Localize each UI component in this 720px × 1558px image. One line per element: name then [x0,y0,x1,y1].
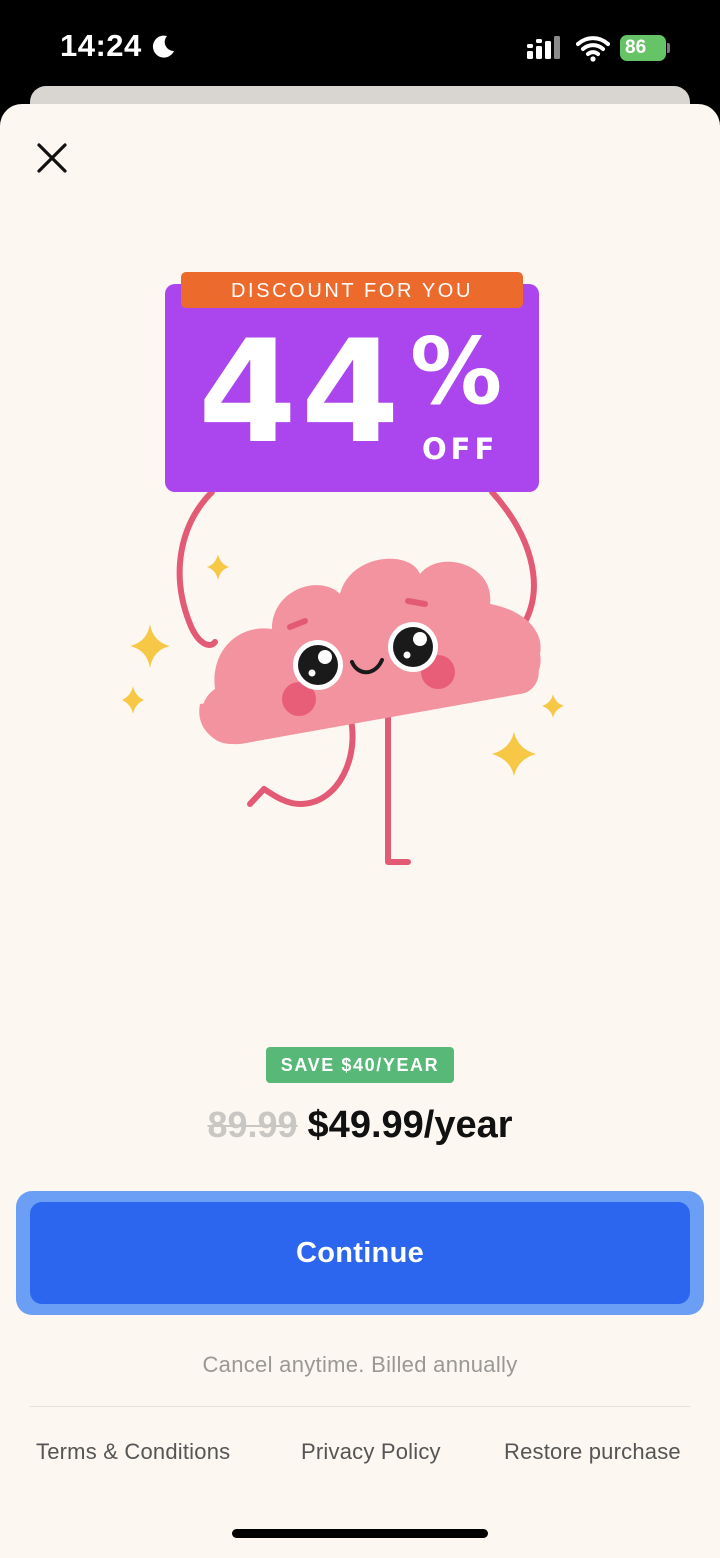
new-price: $49.99/year [307,1104,513,1146]
moon-icon [152,35,174,58]
discount-percent: % [410,318,503,425]
continue-button[interactable]: Continue [30,1202,690,1304]
wifi-icon [576,36,610,62]
sparkle-icon [122,686,144,714]
signal-icon [527,36,560,59]
paywall-sheet: DISCOUNT FOR YOU 44 % OFF SAVE $40/YEAR … [0,104,720,1558]
continue-button-focus-ring[interactable]: Continue [16,1191,704,1315]
billing-note: Cancel anytime. Billed annually [202,1352,518,1377]
brain-mascot-illustration [122,489,564,865]
discount-off: OFF [422,432,499,466]
battery-icon: 86 [620,35,670,61]
battery-level: 86 [620,35,666,61]
price-row: 89.99 $49.99/year [0,1104,720,1147]
terms-link[interactable]: Terms & Conditions [36,1439,230,1465]
sparkle-icon [492,732,536,776]
battery-cap [667,43,670,53]
status-time: 14:24 [60,28,142,63]
sparkle-icon [542,694,564,718]
status-bar: 14:24 86 [0,0,720,96]
old-price: 89.99 [207,1104,298,1145]
sparkle-icon [130,624,170,668]
close-icon[interactable] [30,136,74,180]
discount-banner: DISCOUNT FOR YOU [181,272,523,308]
sparkle-icon [207,554,229,580]
discount-number: 44 [198,310,404,475]
privacy-link[interactable]: Privacy Policy [301,1439,441,1465]
home-indicator [232,1529,488,1538]
divider [30,1406,690,1407]
save-badge: SAVE $40/YEAR [266,1047,454,1083]
restore-purchase-link[interactable]: Restore purchase [504,1439,681,1465]
